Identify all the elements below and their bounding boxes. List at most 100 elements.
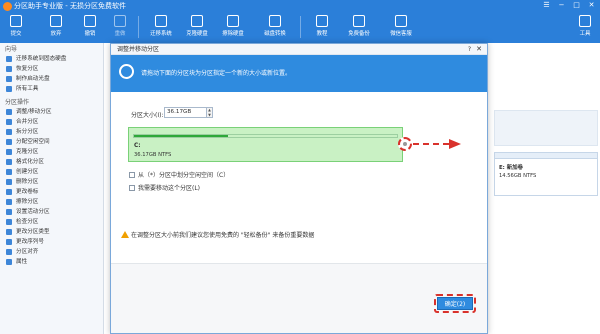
partition-e-info: 14.56GB NTFS: [499, 173, 537, 179]
toolbar-undo-button[interactable]: 撤销: [78, 15, 102, 42]
resize-move-dialog: 调整并移动分区 ? ✕ 请拖动下面的分区块为分区指定一个新的大小或新位置。 分区…: [110, 43, 488, 334]
sidebar-item-resize[interactable]: 调整/移动分区: [0, 107, 103, 117]
dialog-footer: 确定(2): [111, 263, 487, 333]
toolbar-clone-button[interactable]: 克隆硬盘: [182, 15, 212, 42]
dialog-titlebar: 调整并移动分区 ? ✕: [111, 44, 487, 55]
toolbar-separator: [138, 16, 139, 38]
resize-handle[interactable]: [398, 137, 412, 151]
menu-icon[interactable]: ☰: [542, 1, 551, 9]
toolbar-tutorial-button[interactable]: 教程: [310, 15, 334, 42]
disk-strip: [494, 110, 598, 146]
partition-c-name: C:: [134, 143, 141, 149]
sidebar-item-create[interactable]: 创建分区: [0, 167, 103, 177]
toolbar-migrate-button[interactable]: 迁移系统: [146, 15, 176, 42]
app-title: 分区助手专业版 - 无损分区免费软件: [14, 2, 126, 10]
check-icon: [10, 15, 22, 27]
sidebar-item-serial[interactable]: 更改序列号: [0, 237, 103, 247]
app-titlebar: 分区助手专业版 - 无损分区免费软件 ☰ − □ ✕ 提交 放弃 撤销 重做 迁…: [0, 0, 600, 43]
toolbar-wechat-button[interactable]: 微信客服: [386, 15, 416, 42]
toolbar-wipe-button[interactable]: 擦除硬盘: [218, 15, 248, 42]
clone-icon: [191, 15, 203, 27]
warning-icon: [121, 231, 129, 238]
tools-icon: [6, 86, 12, 92]
sidebar-item-delete[interactable]: 删除分区: [0, 177, 103, 187]
sidebar-item-label[interactable]: 更改卷标: [0, 187, 103, 197]
toolbar-backup-button[interactable]: 免费备份: [344, 15, 374, 42]
ok-highlight-ring: [434, 294, 476, 313]
sidebar-ops-header: 分区操作: [5, 99, 30, 106]
maximize-icon[interactable]: □: [572, 1, 581, 9]
spin-up-icon: ▲: [208, 108, 211, 112]
window-controls: ☰ − □ ✕: [542, 1, 596, 9]
sidebar-wizard-header: 向导: [5, 46, 18, 53]
sidebar-item-clone[interactable]: 克隆分区: [0, 147, 103, 157]
sidebar-item-active[interactable]: 设置活动分区: [0, 207, 103, 217]
toolbar-convert-button[interactable]: 磁盘转换: [260, 15, 290, 42]
close-icon[interactable]: ✕: [587, 1, 596, 9]
undo-icon: [84, 15, 96, 27]
toolbar-commit-button[interactable]: 提交: [4, 15, 28, 42]
book-icon: [316, 15, 328, 27]
sidebar-item-allocate[interactable]: 分配空闲空间: [0, 137, 103, 147]
drag-arrow-line: [413, 143, 449, 145]
minimize-icon[interactable]: −: [557, 1, 566, 9]
sidebar-item-properties[interactable]: 属性: [0, 257, 103, 267]
toolbar-redo-button[interactable]: 重做: [108, 15, 132, 42]
backup-warning: 在调整分区大小前我们建议您使用免费的 "轻松备份" 来备份重要数据: [121, 230, 314, 239]
close-icon[interactable]: ✕: [476, 44, 482, 55]
check-icon: [6, 219, 12, 225]
help-icon[interactable]: ?: [468, 44, 471, 55]
size-input[interactable]: 36.17GB: [164, 107, 207, 118]
serial-icon: [6, 239, 12, 245]
partition-e-name: E: 新加卷: [499, 165, 523, 171]
dialog-banner: 请拖动下面的分区块为分区指定一个新的大小或新位置。: [111, 55, 487, 92]
partition-e-block[interactable]: E: 新加卷 14.56GB NTFS: [494, 152, 598, 196]
checkbox-allocate[interactable]: [129, 172, 135, 178]
checkbox-move[interactable]: [129, 185, 135, 191]
sidebar-item-split[interactable]: 拆分分区: [0, 127, 103, 137]
sidebar-item-format[interactable]: 格式化分区: [0, 157, 103, 167]
redo-icon: [114, 15, 126, 27]
create-icon: [6, 169, 12, 175]
delete-icon: [6, 179, 12, 185]
size-label: 分区大小(I):: [131, 112, 164, 119]
option-move-partition[interactable]: 我需要移动这个分区(L): [129, 183, 200, 192]
partition-c-preview[interactable]: C: 36.17GB NTFS: [128, 127, 403, 162]
clone-icon: [6, 149, 12, 155]
merge-icon: [6, 119, 12, 125]
sidebar-item-check[interactable]: 检查分区: [0, 217, 103, 227]
toolbar-discard-button[interactable]: 放弃: [44, 15, 68, 42]
partition-c-info: 36.17GB NTFS: [134, 152, 172, 158]
sidebar-item-bootdisk[interactable]: 制作启动光盘: [0, 74, 103, 84]
size-spinner[interactable]: ▲ ▼: [207, 107, 213, 118]
sidebar-item-all-tools[interactable]: 所有工具: [0, 84, 103, 94]
partition-e-bar: [495, 153, 597, 159]
drag-arrow-head-icon: [449, 139, 461, 149]
backup-icon: [353, 15, 365, 27]
type-icon: [6, 229, 12, 235]
spin-down-icon: ▼: [208, 113, 211, 117]
allocate-icon: [6, 139, 12, 145]
option-allocate-free-space[interactable]: 从（*）分区中划分空闲空间（C）: [129, 170, 229, 179]
sidebar-item-merge[interactable]: 合并分区: [0, 117, 103, 127]
sidebar-item-wipe[interactable]: 擦除分区: [0, 197, 103, 207]
disc-icon: [6, 76, 12, 82]
convert-icon: [269, 15, 281, 27]
wipe-icon: [227, 15, 239, 27]
banner-text: 请拖动下面的分区块为分区指定一个新的大小或新位置。: [141, 70, 292, 77]
properties-icon: [6, 259, 12, 265]
partition-icon: [119, 64, 134, 79]
toolbar-separator: [300, 16, 301, 38]
sidebar: 向导 迁移系统到固态硬盘 恢复分区 制作启动光盘 所有工具 分区操作 调整/移动…: [0, 43, 104, 334]
sidebar-item-align[interactable]: 分区对齐: [0, 247, 103, 257]
toolbar-tools-button[interactable]: 工具: [574, 15, 596, 42]
partition-track: [133, 134, 398, 138]
sidebar-item-type[interactable]: 更改分区类型: [0, 227, 103, 237]
discard-icon: [50, 15, 62, 27]
label-icon: [6, 189, 12, 195]
migrate-icon: [155, 15, 167, 27]
sidebar-item-recover[interactable]: 恢复分区: [0, 64, 103, 74]
app-logo-icon: [3, 2, 12, 11]
sidebar-item-migrate-ssd[interactable]: 迁移系统到固态硬盘: [0, 54, 103, 64]
tools-icon: [579, 15, 591, 27]
